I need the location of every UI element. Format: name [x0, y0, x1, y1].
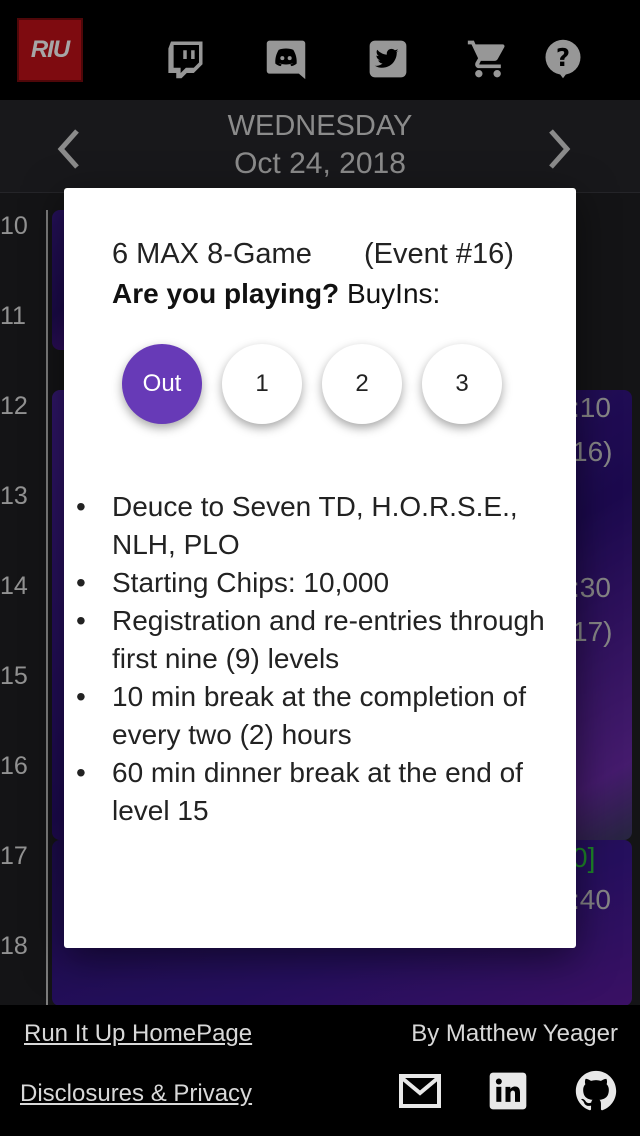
rule-item: 60 min dinner break at the end of level …: [76, 754, 552, 830]
buyin-option-1[interactable]: 1: [222, 344, 302, 424]
event-dialog: 6 MAX 8-Game (Event #16) Are you playing…: [64, 188, 576, 948]
disclosures-link[interactable]: Disclosures & Privacy: [20, 1080, 252, 1108]
event-name: 6 MAX 8-Game: [112, 238, 312, 270]
buyin-option-3[interactable]: 3: [422, 344, 502, 424]
buyin-option-2[interactable]: 2: [322, 344, 402, 424]
event-rules-list: Deuce to Seven TD, H.O.R.S.E., NLH, PLO …: [76, 488, 552, 830]
homepage-link[interactable]: Run It Up HomePage: [24, 1020, 252, 1048]
author-credit: By Matthew Yeager: [411, 1020, 618, 1047]
event-number: (Event #16): [364, 238, 514, 270]
question-text: Are you playing?: [112, 278, 340, 309]
rule-item: 10 min break at the completion of every …: [76, 678, 552, 754]
rule-item: Deuce to Seven TD, H.O.R.S.E., NLH, PLO: [76, 488, 552, 564]
rule-item: Registration and re-entries through firs…: [76, 602, 552, 678]
linkedin-icon[interactable]: [485, 1068, 531, 1114]
playing-question: Are you playing? BuyIns:: [112, 278, 440, 310]
github-icon[interactable]: [573, 1068, 619, 1114]
mail-icon[interactable]: [397, 1068, 443, 1114]
buyin-option-out[interactable]: Out: [122, 344, 202, 424]
rule-item: Starting Chips: 10,000: [76, 564, 552, 602]
buyins-label: BuyIns:: [346, 278, 441, 309]
